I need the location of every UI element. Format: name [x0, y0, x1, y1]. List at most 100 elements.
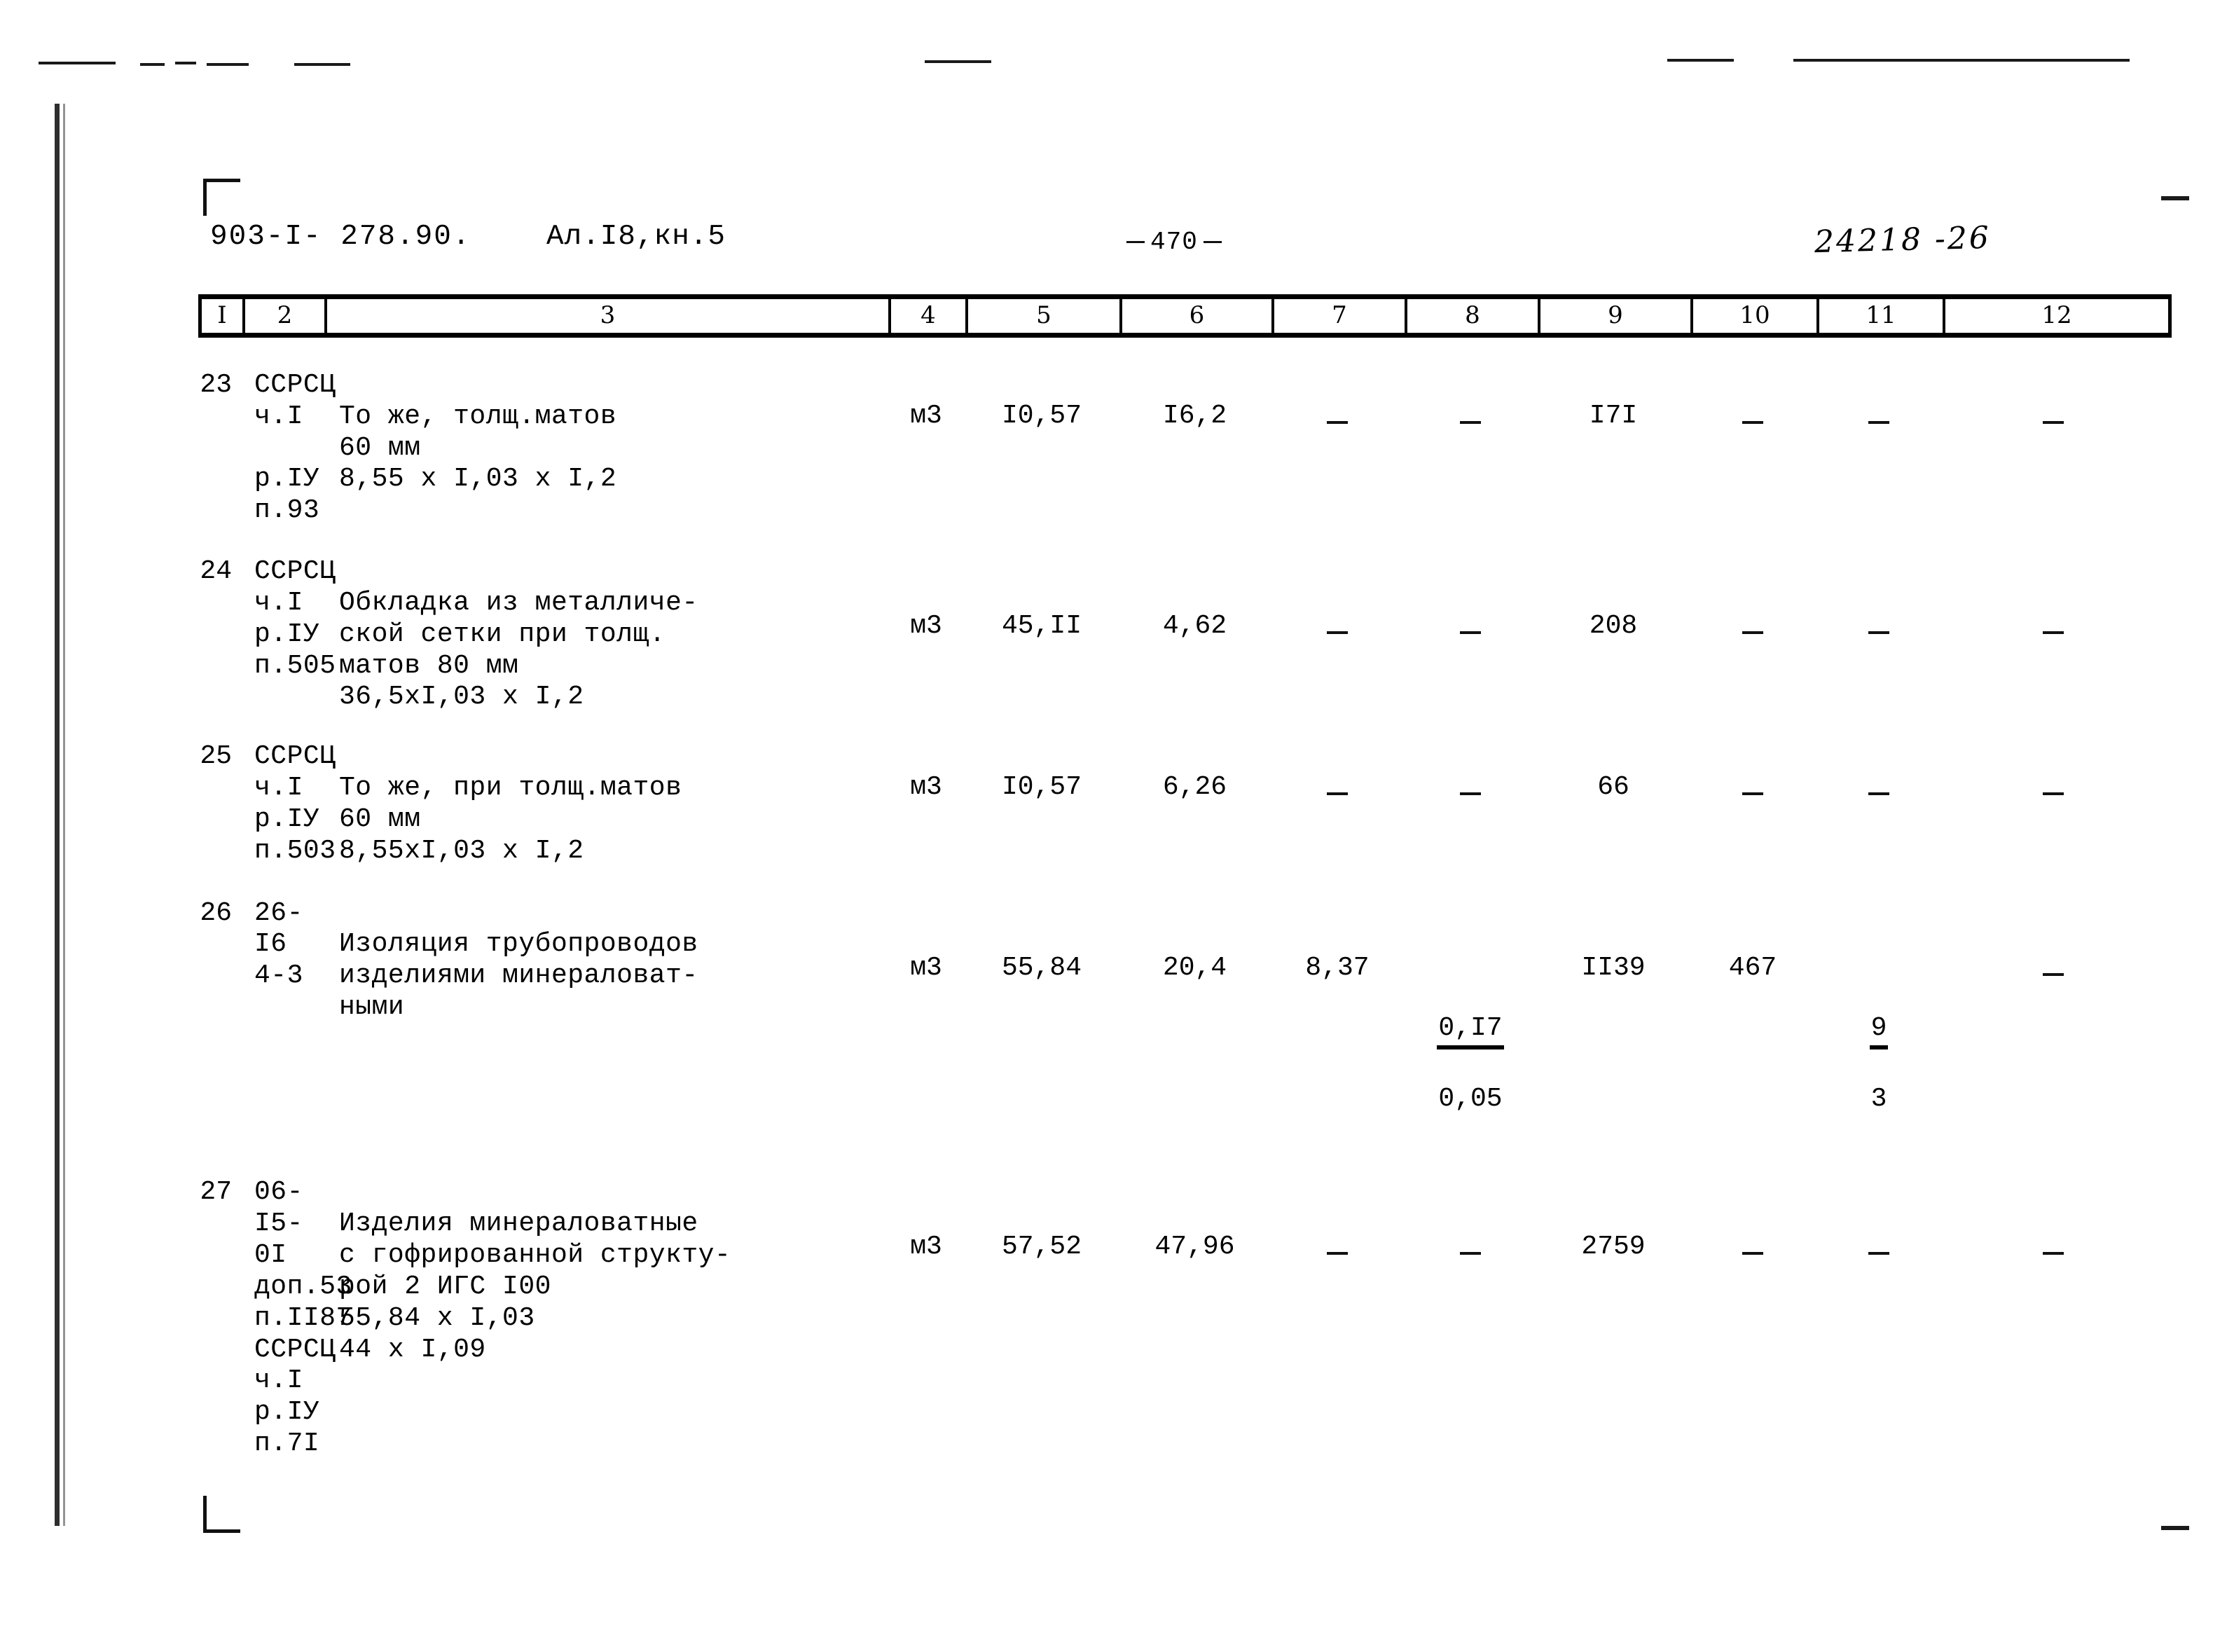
row-index: 27 [200, 1177, 232, 1208]
row-unit: м3 [910, 611, 942, 642]
column-header-7: 7 [1274, 299, 1407, 333]
row-unit: м3 [910, 772, 942, 803]
empty-dash-icon [1327, 1252, 1348, 1255]
top-crop-dash [925, 60, 991, 63]
row-col-8 [1404, 370, 1537, 432]
document-page: 903-I- 278.90. Ал.I8,кн.5 470 24218 -26 … [0, 0, 2234, 1652]
table-row: 25 ССРСЦ ч.I р.IУ п.503 То же, при толщ.… [198, 741, 2172, 867]
row-col-11 [1816, 1177, 1942, 1263]
column-header-6: 6 [1122, 299, 1274, 333]
fraction-denominator: 3 [1870, 1084, 1887, 1115]
empty-dash-icon [1327, 631, 1348, 635]
row-col-8 [1404, 741, 1537, 804]
row-description: То же, при толщ.матов 60 мм 8,55хI,03 х … [324, 741, 888, 867]
table-row: 24 ССРСЦ ч.I р.IУ п.505 Обкладка из мета… [198, 556, 2172, 713]
row-col-6: I6,2 [1162, 401, 1227, 431]
album-code: Ал.I8,кн.5 [546, 221, 726, 253]
empty-dash-icon [1460, 1252, 1481, 1255]
empty-dash-icon [1460, 631, 1481, 635]
description-text: То же, толщ.матов 60 мм [339, 401, 617, 463]
row-col-12 [1942, 898, 2165, 984]
table-row: 23 ССРСЦ ч.I р.IУ п.93 То же, толщ.матов… [198, 370, 2172, 527]
row-col-10 [1690, 556, 1816, 642]
row-col-6: 6,26 [1162, 772, 1227, 803]
row-col-9: I7I [1589, 401, 1638, 431]
top-crop-dash [175, 62, 196, 64]
crop-corner-bottom-left [203, 1496, 240, 1533]
empty-dash-icon [1742, 792, 1763, 796]
right-crop-mark [2161, 196, 2189, 200]
empty-dash-icon [2043, 792, 2064, 796]
empty-dash-icon [1460, 792, 1481, 796]
row-col-7 [1271, 370, 1404, 432]
row-col-7 [1271, 556, 1404, 642]
description-text: Изделия минераловатные с гофрированной с… [339, 1209, 731, 1302]
row-col-11 [1816, 370, 1942, 432]
row-col-8-fraction: 0,I7 0,05 [1404, 898, 1537, 1145]
description-text: Изоляция трубопроводов изделиями минерал… [339, 929, 698, 1023]
table-row: 26 26-I6 4-3 Изоляция трубопроводов изде… [198, 898, 2172, 1145]
row-col-9: II39 [1581, 952, 1646, 983]
row-index: 25 [200, 741, 232, 772]
table-column-header-row: I 2 3 4 5 6 7 8 9 10 11 12 [198, 294, 2172, 338]
row-norm-code: ССРСЦ ч.I р.IУ п.505 [254, 556, 336, 681]
row-col-5: 55,84 [1001, 952, 1082, 983]
description-formula: 8,55хI,03 х I,2 [339, 835, 584, 866]
document-code: 903-I- 278.90. [210, 221, 471, 253]
description-text: Обкладка из металличе- ской сетки при то… [339, 587, 698, 681]
empty-dash-icon [1742, 631, 1763, 635]
row-description: Изделия минераловатные с гофрированной с… [324, 1177, 888, 1365]
description-formula: 36,5хI,03 х I,2 [339, 682, 584, 713]
empty-dash-icon [1742, 420, 1763, 424]
empty-dash-icon [1460, 420, 1481, 424]
row-index: 24 [200, 556, 232, 587]
column-header-8: 8 [1407, 299, 1540, 333]
row-norm-code: ССРСЦ ч.I р.IУ п.503 [254, 741, 336, 866]
empty-dash-icon [1868, 1252, 1889, 1255]
top-crop-dash [207, 63, 249, 66]
column-header-12: 12 [2041, 301, 2072, 329]
binding-edge-line [55, 104, 60, 1526]
row-col-9: 208 [1589, 611, 1638, 642]
empty-dash-icon [2043, 972, 2064, 976]
row-index: 23 [200, 370, 232, 400]
row-col-9: 2759 [1581, 1232, 1646, 1262]
empty-dash-icon [1327, 420, 1348, 424]
right-crop-mark-bottom [2161, 1526, 2189, 1530]
column-header-1: I [202, 299, 245, 333]
row-norm-code: 26-I6 4-3 [254, 897, 303, 991]
top-crop-dash [294, 63, 350, 66]
fraction-numerator: 0,I7 [1437, 1013, 1504, 1049]
row-col-5: 45,II [1001, 611, 1082, 642]
row-col-5: I0,57 [1001, 401, 1082, 431]
row-col-8 [1404, 556, 1537, 642]
row-unit: м3 [910, 401, 942, 431]
row-col-10 [1690, 741, 1816, 804]
row-unit: м3 [910, 1232, 942, 1262]
row-col-7 [1271, 1177, 1404, 1263]
row-col-11 [1816, 556, 1942, 642]
empty-dash-icon [2043, 631, 2064, 635]
row-col-7 [1271, 741, 1404, 804]
row-col-6: 4,62 [1162, 611, 1227, 642]
row-col-5: 57,52 [1001, 1232, 1082, 1262]
column-header-5: 5 [968, 299, 1122, 333]
empty-dash-icon [2043, 420, 2064, 424]
column-header-4: 4 [891, 299, 968, 333]
archive-stamp-number: 24218 -26 [1814, 219, 1992, 261]
specification-table: I 2 3 4 5 6 7 8 9 10 11 12 23 ССРСЦ ч.I … [198, 294, 2172, 1467]
page-header: 903-I- 278.90. Ал.I8,кн.5 470 24218 -26 [210, 219, 2172, 270]
page-number-value: 470 [1150, 228, 1198, 256]
crop-corner-top-left [203, 179, 240, 216]
top-crop-dash [39, 62, 116, 64]
empty-dash-icon [1742, 1252, 1763, 1255]
row-index: 26 [200, 897, 232, 928]
empty-dash-icon [2043, 1252, 2064, 1255]
row-col-12 [1942, 556, 2165, 642]
row-col-9: 66 [1597, 772, 1629, 803]
top-crop-dash [140, 63, 165, 66]
row-col-11 [1816, 741, 1942, 804]
fraction: 9 3 [1869, 984, 1889, 1144]
empty-dash-icon [1327, 792, 1348, 796]
binding-edge-line-secondary [63, 104, 65, 1526]
